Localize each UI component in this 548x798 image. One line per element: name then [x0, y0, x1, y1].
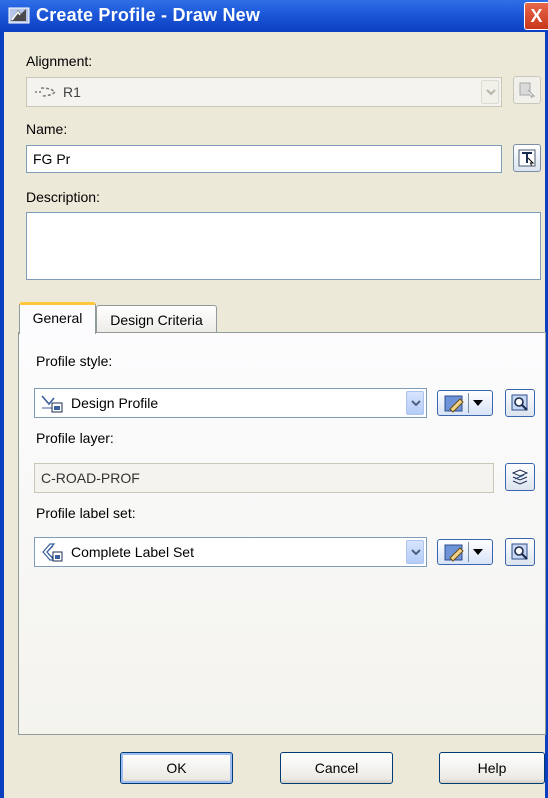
profile-layer-value: C-ROAD-PROF — [41, 470, 140, 486]
alignment-label: Alignment: — [26, 53, 93, 69]
profile-label-set-preview-button[interactable] — [505, 538, 535, 566]
profile-label-set-value: Complete Label Set — [71, 544, 194, 560]
description-label: Description: — [26, 189, 100, 205]
chevron-down-icon[interactable] — [473, 400, 483, 406]
profile-label-set-select[interactable]: Complete Label Set — [34, 537, 427, 567]
name-template-icon — [518, 149, 536, 167]
select-alignment-from-drawing-button[interactable] — [513, 76, 541, 104]
preview-icon — [511, 394, 528, 411]
profile-style-edit-split-button[interactable] — [437, 390, 493, 416]
profile-label-set-edit-split-button[interactable] — [437, 539, 493, 565]
profile-style-select[interactable]: Design Profile — [34, 388, 427, 418]
split-divider — [468, 542, 469, 562]
alignment-dropdown-arrow — [481, 80, 499, 104]
tab-design-criteria[interactable]: Design Criteria — [96, 305, 217, 333]
profile-layer-field: C-ROAD-PROF — [34, 463, 494, 493]
pick-from-drawing-icon — [519, 82, 536, 99]
profile-layer-label: Profile layer: — [36, 430, 114, 446]
layer-icon — [511, 469, 529, 485]
profile-layer-button[interactable] — [505, 463, 535, 491]
preview-icon — [511, 543, 528, 560]
ok-button[interactable]: OK — [120, 752, 233, 784]
title-bar[interactable]: Create Profile - Draw New X — [0, 0, 548, 32]
profile-label-set-dropdown-arrow — [406, 540, 424, 564]
chevron-down-icon[interactable] — [473, 549, 483, 555]
split-divider — [468, 393, 469, 413]
cancel-button[interactable]: Cancel — [280, 752, 393, 784]
profile-style-label: Profile style: — [36, 353, 113, 369]
close-button[interactable]: X — [524, 2, 548, 30]
name-value: FG Pr — [33, 151, 71, 167]
alignment-value: R1 — [63, 84, 81, 100]
name-input[interactable]: FG Pr — [26, 145, 502, 173]
name-template-button[interactable] — [513, 144, 541, 172]
description-textarea[interactable] — [26, 212, 541, 280]
tab-design-criteria-label: Design Criteria — [110, 312, 203, 328]
profile-style-value: Design Profile — [71, 395, 159, 411]
profile-style-icon — [40, 392, 64, 417]
profile-style-dropdown-arrow — [406, 391, 424, 415]
label-set-icon — [40, 541, 64, 566]
name-label: Name: — [26, 121, 68, 137]
window-title: Create Profile - Draw New — [36, 5, 261, 25]
profile-label-set-label: Profile label set: — [36, 505, 136, 521]
help-button[interactable]: Help — [439, 752, 545, 784]
alignment-icon — [33, 85, 59, 102]
profile-style-preview-button[interactable] — [505, 389, 535, 417]
app-icon — [8, 5, 30, 25]
alignment-select[interactable]: R1 — [26, 77, 502, 107]
window-frame-left — [0, 32, 4, 798]
tab-general[interactable]: General — [19, 302, 96, 334]
tab-general-label: General — [32, 310, 83, 326]
edit-style-icon — [444, 544, 464, 562]
edit-style-icon — [444, 395, 464, 413]
